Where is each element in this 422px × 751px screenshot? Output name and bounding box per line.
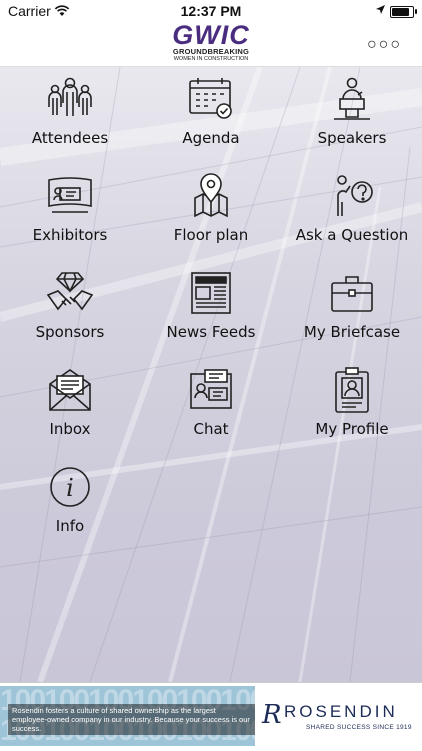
handshake-diamond-icon bbox=[46, 272, 94, 311]
tile-label: Exhibitors bbox=[32, 226, 108, 244]
tile-info[interactable]: i Info bbox=[0, 455, 140, 552]
tile-agenda[interactable]: Agenda bbox=[141, 67, 281, 164]
tile-label: Sponsors bbox=[35, 323, 105, 341]
logo-title: GWIC bbox=[172, 20, 250, 50]
status-bar: Carrier 12:37 PM bbox=[0, 0, 422, 22]
rosendin-logo[interactable]: R ROSENDIN SHARED SUCCESS SINCE 1919 bbox=[262, 698, 417, 738]
newspaper-icon bbox=[191, 272, 231, 314]
tile-news-feeds[interactable]: News Feeds bbox=[141, 261, 281, 358]
tile-my-profile[interactable]: My Profile bbox=[282, 358, 422, 455]
tile-exhibitors[interactable]: Exhibitors bbox=[0, 164, 140, 261]
chat-icon bbox=[190, 369, 232, 409]
calendar-icon bbox=[189, 78, 232, 119]
gwic-logo[interactable]: GWIC GROUNDBREAKING WOMEN IN CONSTRUCTIO… bbox=[170, 22, 252, 63]
tile-my-briefcase[interactable]: My Briefcase bbox=[282, 261, 422, 358]
tile-label: Ask a Question bbox=[295, 226, 409, 244]
envelope-icon bbox=[49, 369, 91, 411]
battery-icon bbox=[390, 6, 417, 18]
tile-label: Speakers bbox=[317, 129, 387, 147]
svg-text:i: i bbox=[66, 474, 74, 502]
tile-label: Floor plan bbox=[173, 226, 249, 244]
nav-bar: GWIC GROUNDBREAKING WOMEN IN CONSTRUCTIO… bbox=[0, 22, 422, 67]
tile-speakers[interactable]: Speakers bbox=[282, 67, 422, 164]
logo-subtitle-1: GROUNDBREAKING bbox=[172, 47, 250, 56]
tile-label: Info bbox=[55, 517, 85, 535]
banner-ad-panel[interactable]: 100100100100100100 100100100100100100 Ros… bbox=[0, 686, 255, 746]
logo-subtitle-2: WOMEN IN CONSTRUCTION bbox=[173, 56, 249, 62]
tile-chat[interactable]: Chat bbox=[141, 358, 281, 455]
tile-label: News Feeds bbox=[166, 323, 256, 341]
tile-attendees[interactable]: Attendees bbox=[0, 67, 140, 164]
home-grid-background: Attendees Agenda Speakers Exhibitors Flo… bbox=[0, 67, 422, 682]
tile-floor-plan[interactable]: Floor plan bbox=[141, 164, 281, 261]
sponsor-banner[interactable]: 100100100100100100 100100100100100100 Ros… bbox=[0, 682, 422, 751]
location-arrow-icon bbox=[376, 5, 385, 14]
tile-label: Inbox bbox=[49, 420, 91, 438]
tile-label: Agenda bbox=[182, 129, 240, 147]
tile-ask-question[interactable]: Ask a Question bbox=[282, 164, 422, 261]
speaker-podium-icon bbox=[334, 77, 370, 120]
tile-sponsors[interactable]: Sponsors bbox=[0, 261, 140, 358]
brand-tagline: SHARED SUCCESS SINCE 1919 bbox=[306, 724, 412, 731]
tile-label: My Briefcase bbox=[303, 323, 401, 341]
ellipsis-icon[interactable]: ○○○ bbox=[367, 36, 402, 54]
exhibitor-booth-icon bbox=[48, 177, 92, 213]
question-person-icon bbox=[337, 175, 373, 216]
profile-badge-icon bbox=[335, 367, 369, 413]
info-icon: i bbox=[50, 467, 90, 507]
briefcase-icon bbox=[331, 276, 373, 312]
tile-label: Chat bbox=[193, 420, 229, 438]
rosendin-mark-icon: R bbox=[262, 700, 282, 730]
attendees-icon bbox=[48, 77, 92, 116]
map-pin-icon bbox=[194, 173, 228, 218]
tile-label: Attendees bbox=[31, 129, 109, 147]
tile-inbox[interactable]: Inbox bbox=[0, 358, 140, 455]
banner-ad-text: Rosendin fosters a culture of shared own… bbox=[8, 704, 255, 735]
brand-name: ROSENDIN bbox=[284, 702, 398, 721]
clock: 12:37 PM bbox=[180, 3, 242, 19]
tile-label: My Profile bbox=[315, 420, 389, 438]
